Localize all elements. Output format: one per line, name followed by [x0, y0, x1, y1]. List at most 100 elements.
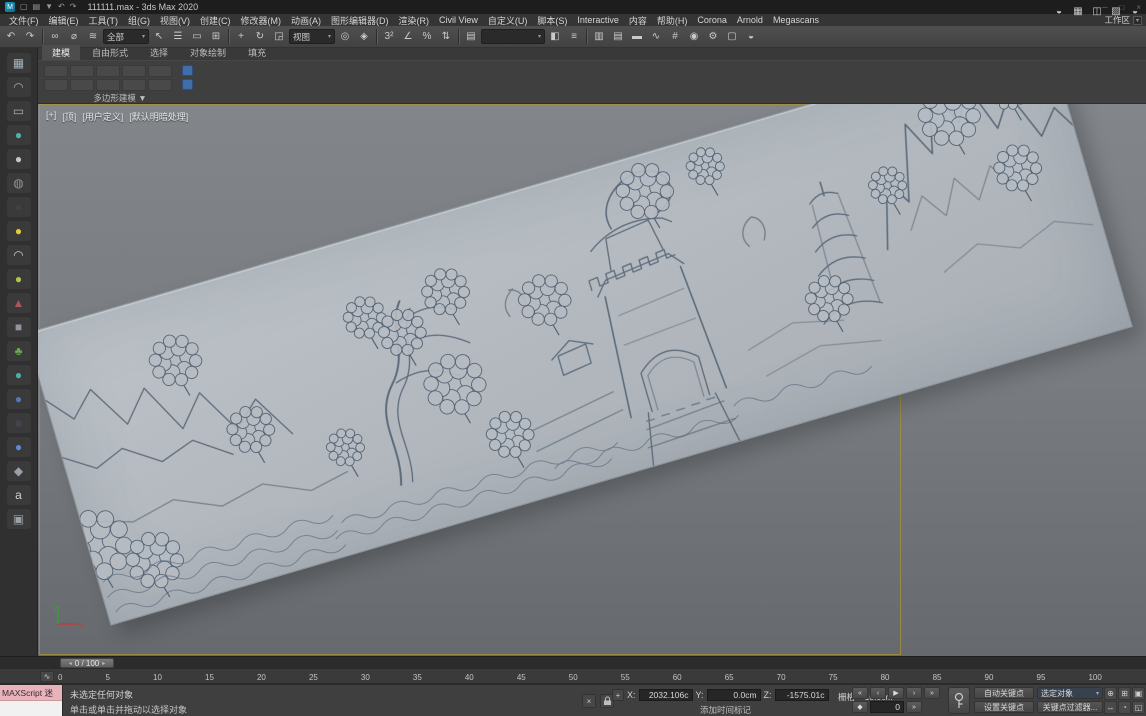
use-pivot-point-icon[interactable]: ◎	[336, 28, 354, 46]
time-slider[interactable]: ◂ 0 / 100 ▸	[0, 656, 1146, 668]
menu-item[interactable]: 内容	[624, 14, 652, 27]
side-red-cone-tool-icon[interactable]: ▲	[6, 293, 31, 313]
bind-to-space-warp-icon[interactable]: ≋	[84, 28, 102, 46]
maxscript-mini-listener[interactable]: MAXScript 迷	[0, 685, 63, 716]
menu-item[interactable]: Corona	[692, 15, 732, 25]
edit-named-selection-sets-icon[interactable]: ▤	[462, 28, 480, 46]
side-text-tool-icon[interactable]: a	[6, 485, 31, 505]
menu-item[interactable]: 视图(V)	[155, 14, 195, 27]
polygon-modeling-tool-button[interactable]	[122, 79, 146, 91]
unlink-selection-icon[interactable]: ⌀	[65, 28, 83, 46]
toolbar-right-material-icon[interactable]: ◫	[1088, 2, 1106, 20]
render-production-icon[interactable]: ◒	[742, 28, 760, 46]
side-gray-sphere-tool-icon[interactable]: ●	[6, 149, 31, 169]
pan-icon[interactable]: ↔	[1104, 701, 1117, 714]
current-frame-field[interactable]: 0	[870, 701, 904, 713]
select-by-name-icon[interactable]: ☰	[169, 28, 187, 46]
select-and-manipulate-icon[interactable]: ◈	[355, 28, 373, 46]
previous-frame-button[interactable]: ‹	[870, 687, 886, 699]
menu-item[interactable]: 创建(C)	[195, 14, 236, 27]
menu-item[interactable]: 动画(A)	[286, 14, 326, 27]
add-time-tag[interactable]: 添加时间标记	[700, 704, 751, 716]
menu-item[interactable]: 编辑(E)	[44, 14, 84, 27]
viewport-canvas[interactable]: [+] [顶] [用户定义] [默认明暗处理] x y	[38, 104, 1146, 656]
side-grid-tool-icon[interactable]: ▦	[6, 53, 31, 73]
set-keys-button[interactable]	[948, 687, 970, 714]
viewport-menu-pov[interactable]: [顶]	[62, 110, 76, 123]
side-yellow-sphere-tool-icon[interactable]: ●	[6, 221, 31, 241]
go-to-start-button[interactable]: «	[852, 687, 868, 699]
menu-item[interactable]: Civil View	[434, 15, 483, 25]
select-and-rotate-icon[interactable]: ↻	[251, 28, 269, 46]
toggle-scene-explorer-icon[interactable]: ▥	[590, 28, 608, 46]
polygon-modeling-tool-button[interactable]	[70, 65, 94, 77]
select-and-scale-icon[interactable]: ◲	[270, 28, 288, 46]
zoom-icon[interactable]: ⊕	[1104, 687, 1117, 700]
next-frame-arrow-icon[interactable]: ▸	[102, 660, 105, 667]
menu-item[interactable]: 组(G)	[123, 14, 155, 27]
angle-snap-icon[interactable]: ∠	[399, 28, 417, 46]
undo-small-icon[interactable]: ↶	[57, 3, 66, 11]
listener-field[interactable]	[0, 701, 62, 716]
previous-frame-arrow-icon[interactable]: ◂	[69, 660, 72, 667]
rendered-frame-window-icon[interactable]: ▢	[723, 28, 741, 46]
ribbon-tab-填充[interactable]: 填充	[238, 45, 276, 60]
ribbon-tab-自由形式[interactable]: 自由形式	[82, 45, 138, 60]
side-box-tool-icon[interactable]: ■	[6, 317, 31, 337]
key-filter-selection-dropdown[interactable]: 选定对象 ▾	[1037, 687, 1103, 699]
menu-item[interactable]: 脚本(S)	[532, 14, 572, 27]
menu-item[interactable]: 图形编辑器(D)	[326, 14, 394, 27]
side-blue2-sphere-tool-icon[interactable]: ●	[6, 437, 31, 457]
y-coordinate-field[interactable]: 0.0cm	[706, 689, 761, 701]
menu-item[interactable]: 工具(T)	[84, 14, 124, 27]
open-file-icon[interactable]: ▤	[32, 3, 42, 11]
menu-item[interactable]: Arnold	[732, 15, 768, 25]
next-frame-button[interactable]: ›	[906, 687, 922, 699]
menu-item[interactable]: 修改器(M)	[236, 14, 287, 27]
go-to-end-button-2[interactable]: »	[906, 701, 922, 713]
reference-coordinate-dropdown[interactable]: 视图 ▾	[289, 29, 335, 44]
side-diamond-tool-icon[interactable]: ◆	[6, 461, 31, 481]
isolate-selection-icon[interactable]: ×	[582, 694, 596, 708]
polygon-modeling-blue-button[interactable]	[182, 65, 193, 76]
redo-icon[interactable]: ↷	[21, 28, 39, 46]
side-material-tool-icon[interactable]: ▣	[6, 509, 31, 529]
side-dome-tool-icon[interactable]: ◠	[6, 245, 31, 265]
snaps-toggle-icon[interactable]: 3²	[380, 28, 398, 46]
mirror-icon[interactable]: ◧	[546, 28, 564, 46]
select-and-link-icon[interactable]: ∞	[46, 28, 64, 46]
play-button[interactable]: ▶	[888, 687, 904, 699]
material-editor-icon[interactable]: ◉	[685, 28, 703, 46]
side-arc-tool-icon[interactable]: ◠	[6, 77, 31, 97]
menu-item[interactable]: 自定义(U)	[483, 14, 533, 27]
schematic-view-icon[interactable]: #	[666, 28, 684, 46]
key-mode-toggle-button[interactable]: ◆	[852, 701, 868, 713]
zoom-extents-icon[interactable]: ▣	[1132, 687, 1145, 700]
new-file-icon[interactable]: ▢	[19, 3, 29, 11]
menu-item[interactable]: Interactive	[572, 15, 624, 25]
toolbar-right-state-sets-icon[interactable]: ▦	[1069, 2, 1087, 20]
window-crossing-icon[interactable]: ⊞	[207, 28, 225, 46]
polygon-modeling-tool-button[interactable]	[96, 79, 120, 91]
menu-item[interactable]: 帮助(H)	[652, 14, 693, 27]
align-icon[interactable]: ≡	[565, 28, 583, 46]
menu-item[interactable]: Megascans	[768, 15, 824, 25]
app-logo[interactable]: M	[5, 2, 15, 12]
ribbon-panel-label[interactable]: 多边形建模 ▼	[40, 92, 200, 104]
time-slider-handle[interactable]: ◂ 0 / 100 ▸	[60, 658, 114, 668]
orbit-icon[interactable]: ◔	[1118, 701, 1131, 714]
side-blue-sphere-tool-icon[interactable]: ●	[6, 389, 31, 409]
viewport-menu-user[interactable]: [用户定义]	[82, 110, 123, 123]
key-filters-button[interactable]: 关键点过滤器...	[1037, 701, 1103, 713]
ribbon-tab-建模[interactable]: 建模	[42, 45, 81, 60]
side-dark-box-tool-icon[interactable]: ■	[6, 413, 31, 433]
select-and-move-icon[interactable]: +	[232, 28, 250, 46]
viewport-menu-plus[interactable]: [+]	[46, 110, 56, 123]
macro-recorder-field[interactable]: MAXScript 迷	[0, 685, 62, 701]
polygon-modeling-tool-button[interactable]	[96, 65, 120, 77]
toolbar-right-explorer-icon[interactable]: ▨	[1107, 2, 1125, 20]
toggle-layer-explorer-icon[interactable]: ▤	[609, 28, 627, 46]
save-file-icon[interactable]: ▼	[44, 3, 54, 11]
set-key-button[interactable]: 设置关键点	[974, 701, 1034, 713]
go-to-end-button[interactable]: »	[924, 687, 940, 699]
